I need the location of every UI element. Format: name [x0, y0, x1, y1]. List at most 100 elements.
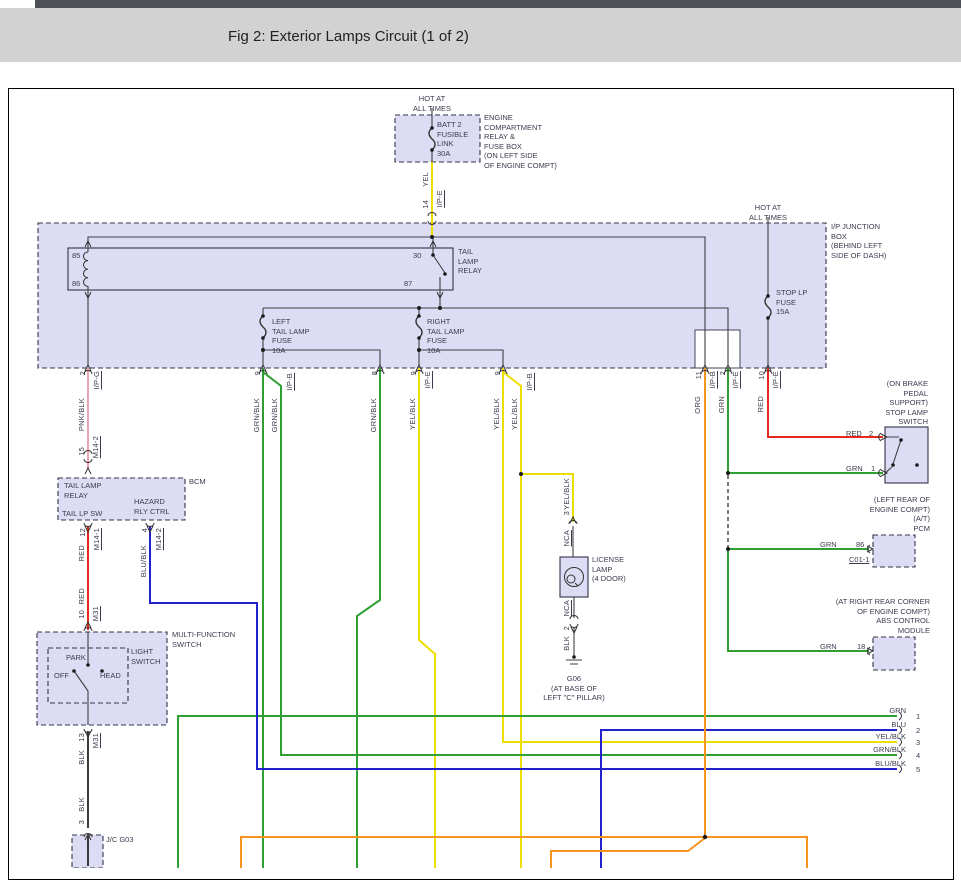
- right-wire-label-3: YEL/BLK: [850, 732, 906, 742]
- license-blk-label: BLK: [562, 636, 571, 651]
- stop-lp-fuse-label: STOP LP FUSE 15A: [776, 288, 807, 317]
- blk-wire-label-2: BLK: [77, 797, 86, 812]
- left-tail-lamp-fuse-label: LEFT TAIL LAMP FUSE 10A: [272, 317, 310, 355]
- hot-at-all-times-label-2: HOT AT ALL TIMES: [738, 203, 798, 222]
- exit-8-pin: 8: [370, 371, 379, 375]
- exit-ipg-pin: 2: [78, 371, 87, 375]
- exit-grn-conn: I/P-E: [731, 371, 740, 389]
- exit-ipb-right-pin: 9: [493, 371, 502, 375]
- license-pin-bot: 2: [562, 626, 571, 630]
- right-wire-num-5: 5: [916, 765, 920, 775]
- relay-pin-87: 87: [404, 279, 412, 289]
- bcm-out2-pin: 4: [140, 528, 149, 532]
- stop-switch-pin-in: 2: [869, 429, 873, 439]
- multi-function-switch-label: MULTI-FUNCTION SWITCH: [172, 630, 235, 649]
- jc-g03-label: J/C G03: [106, 835, 134, 845]
- bcm-conn-m14-2: M14-2: [91, 436, 100, 458]
- bcm-hazard-rly-ctrl-label: HAZARD RLY CTRL: [134, 497, 170, 516]
- license-lamp-label: LICENSE LAMP (4 DOOR): [592, 555, 626, 584]
- bcm-pin-15: 15: [77, 447, 86, 456]
- bcm-tail-lamp-relay-label: TAIL LAMP RELAY: [64, 481, 102, 500]
- red-label: RED: [756, 396, 765, 412]
- bcm-out2-conn: M14-2: [154, 528, 163, 550]
- jc-pin-3: 3: [77, 820, 86, 824]
- mfs-wire-in-label: RED: [77, 588, 86, 604]
- pcm-wire-label: GRN: [820, 540, 837, 550]
- wiring-diagram-canvas: [0, 0, 961, 868]
- exit-red-conn: I/P-E: [771, 371, 780, 389]
- ipe-connector-label: I/P-E: [435, 190, 444, 208]
- stop-lamp-switch-location-label: (ON BRAKE PEDAL SUPPORT) STOP LAMP SWITC…: [828, 379, 928, 427]
- license-conn-bot: NCA: [562, 600, 571, 616]
- tail-lamp-relay-box: [68, 248, 453, 290]
- mfs-conn-out: M31: [91, 733, 100, 748]
- stop-switch-pin-out: 1: [871, 464, 875, 474]
- yel-blk-label-1: YEL/BLK: [408, 398, 417, 430]
- exit-ipb-left-pin: 9: [253, 371, 262, 375]
- right-wire-num-2: 2: [916, 726, 920, 736]
- pcm-location-label: (LEFT REAR OF ENGINE COMPT) (A/T) PCM: [810, 495, 930, 533]
- license-wire-label: YEL/BLK: [562, 478, 571, 510]
- relay-pin-85: 85: [72, 251, 80, 261]
- off-label: OFF: [54, 671, 69, 681]
- yel-wire-label: YEL: [421, 172, 430, 187]
- right-wire-label-4: GRN/BLK: [850, 745, 906, 755]
- pcm-box: [873, 535, 915, 567]
- light-switch-label: LIGHT SWITCH: [131, 647, 161, 666]
- org-label: ORG: [693, 396, 702, 414]
- stop-switch-wire-in: RED: [846, 429, 862, 439]
- exit-org-conn: I/P-B: [708, 371, 717, 389]
- abs-wire-label: GRN: [820, 642, 837, 652]
- exit-grn-pin: 2: [718, 371, 727, 375]
- bcm-out1-conn: M14-1: [92, 528, 101, 550]
- right-wire-label-5: BLU/BLK: [850, 759, 906, 769]
- exit-ipb-right-conn: I/P-B: [525, 373, 534, 391]
- yel-blk-label-3: YEL/BLK: [510, 398, 519, 430]
- batt-fusible-link-label: BATT 2 FUSIBLE LINK 30A: [437, 120, 468, 158]
- head-label: HEAD: [100, 671, 121, 681]
- abs-box: [873, 637, 915, 670]
- pin-14-label: 14: [421, 200, 430, 209]
- bcm-tail-lp-sw-label: TAIL LP SW: [62, 509, 102, 519]
- exit-red-pin: 10: [757, 371, 766, 380]
- right-wire-label-1: GRN: [850, 706, 906, 716]
- abs-pin-label: 18: [857, 642, 865, 652]
- tail-lamp-relay-label: TAIL LAMP RELAY: [458, 247, 482, 276]
- grn-blk-label-2: GRN/BLK: [270, 398, 279, 432]
- stop-lamp-switch-box: [885, 427, 928, 483]
- bcm-label: BCM: [189, 477, 206, 487]
- bcm-out1-pin: 12: [78, 528, 87, 537]
- license-conn-top: NCA: [562, 530, 571, 546]
- engine-compartment-box-label: ENGINE COMPARTMENT RELAY & FUSE BOX (ON …: [484, 113, 557, 170]
- pnk-blk-label: PNK/BLK: [77, 398, 86, 431]
- abs-location-label: (AT RIGHT REAR CORNER OF ENGINE COMPT) A…: [772, 597, 930, 635]
- bcm-out2-wire: BLU/BLK: [139, 545, 148, 577]
- grn-blk-label-1: GRN/BLK: [252, 398, 261, 432]
- right-wire-num-1: 1: [916, 712, 920, 722]
- yel-blk-label-2: YEL/BLK: [492, 398, 501, 430]
- mfs-pin-in: 10: [77, 610, 86, 619]
- park-label: PARK: [66, 653, 86, 663]
- org-wires: [241, 368, 807, 868]
- right-wire-label-2: BLU: [850, 720, 906, 730]
- mfs-conn-in: M31: [91, 606, 100, 621]
- inner-connector-box: [695, 330, 740, 368]
- right-wire-num-4: 4: [916, 751, 920, 761]
- bcm-out1-wire: RED: [77, 545, 86, 561]
- exit-ipe9-pin: 9: [409, 371, 418, 375]
- exit-ipe9-conn: I/P-E: [423, 371, 432, 389]
- license-pin-top: 3: [562, 511, 571, 515]
- relay-pin-30: 30: [413, 251, 421, 261]
- hot-at-all-times-label: HOT AT ALL TIMES: [402, 94, 462, 113]
- exit-org-pin: 11: [694, 371, 703, 379]
- pcm-conn-label: C01-1: [849, 555, 869, 565]
- stop-switch-wire-out: GRN: [846, 464, 863, 474]
- relay-pin-86: 86: [72, 279, 80, 289]
- pcm-pin-label: 86: [856, 540, 864, 550]
- right-tail-lamp-fuse-label: RIGHT TAIL LAMP FUSE 10A: [427, 317, 465, 355]
- grn-blk-label-3: GRN/BLK: [369, 398, 378, 432]
- right-wire-num-3: 3: [916, 738, 920, 748]
- exit-ipb-left-conn: I/P-B: [285, 373, 294, 391]
- ip-junction-box-label: I/P JUNCTION BOX (BEHIND LEFT SIDE OF DA…: [831, 222, 886, 260]
- ground-g06-label: G06 (AT BASE OF LEFT "C" PILLAR): [514, 674, 634, 703]
